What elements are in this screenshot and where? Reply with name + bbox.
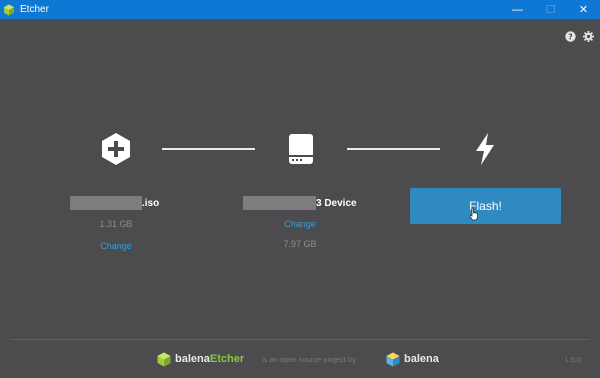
hand-cursor-icon	[469, 207, 479, 221]
select-image-step	[99, 130, 133, 168]
window-controls: — ☐ ✕	[501, 0, 600, 19]
minimize-button[interactable]: —	[501, 0, 534, 19]
open-source-link[interactable]: open source project	[280, 355, 346, 364]
image-filename-extension: .iso	[142, 197, 160, 209]
redacted-filename	[70, 196, 142, 210]
change-drive-link[interactable]: Change	[270, 219, 330, 229]
redacted-drive-name	[243, 196, 316, 210]
window-title: Etcher	[20, 4, 49, 15]
maximize-button[interactable]: ☐	[534, 0, 567, 19]
balena-logo-icon[interactable]	[386, 352, 400, 367]
settings-gear-icon[interactable]	[583, 31, 594, 42]
drive-name: 3 Device	[243, 196, 357, 210]
flash-step	[468, 130, 502, 168]
flash-button[interactable]: Flash!	[410, 188, 561, 224]
title-bar[interactable]: Etcher — ☐ ✕	[0, 0, 600, 19]
balena-company-name[interactable]: balena	[404, 353, 439, 365]
select-drive-step	[284, 130, 318, 168]
footer: balenaEtcher is an open source project b…	[0, 350, 600, 370]
tagline-pre: is an	[262, 355, 280, 364]
etcher-app-icon	[3, 4, 15, 16]
step-connector-1	[162, 148, 255, 150]
drive-size: 7.97 GB	[283, 239, 317, 249]
add-image-plus-icon[interactable]	[99, 130, 133, 168]
close-button[interactable]: ✕	[567, 0, 600, 19]
image-size: 1.31 GB	[99, 219, 133, 229]
image-filename: .iso	[70, 196, 159, 210]
etcher-window: Etcher — ☐ ✕ ? .iso 1.31 GB Change 3 Dev…	[0, 0, 600, 378]
drive-name-suffix: 3 Device	[316, 197, 357, 209]
balena-etcher-logo-icon[interactable]	[157, 352, 171, 367]
help-icon[interactable]: ?	[565, 31, 576, 42]
footer-tagline: is an open source project by	[262, 355, 356, 364]
brand-accent: Etcher	[209, 353, 245, 365]
step-connector-2	[347, 148, 440, 150]
svg-text:?: ?	[568, 32, 573, 41]
drive-icon[interactable]	[284, 130, 318, 168]
tagline-post: by	[345, 355, 356, 364]
brand-prefix: balena	[175, 353, 210, 365]
version-label: 1.5.0	[564, 355, 581, 364]
footer-divider	[10, 339, 590, 340]
change-image-link[interactable]: Change	[86, 241, 146, 251]
balena-etcher-brand[interactable]: balenaEtcher	[175, 353, 244, 365]
top-toolbar: ?	[565, 31, 594, 42]
lightning-bolt-icon	[468, 130, 502, 168]
